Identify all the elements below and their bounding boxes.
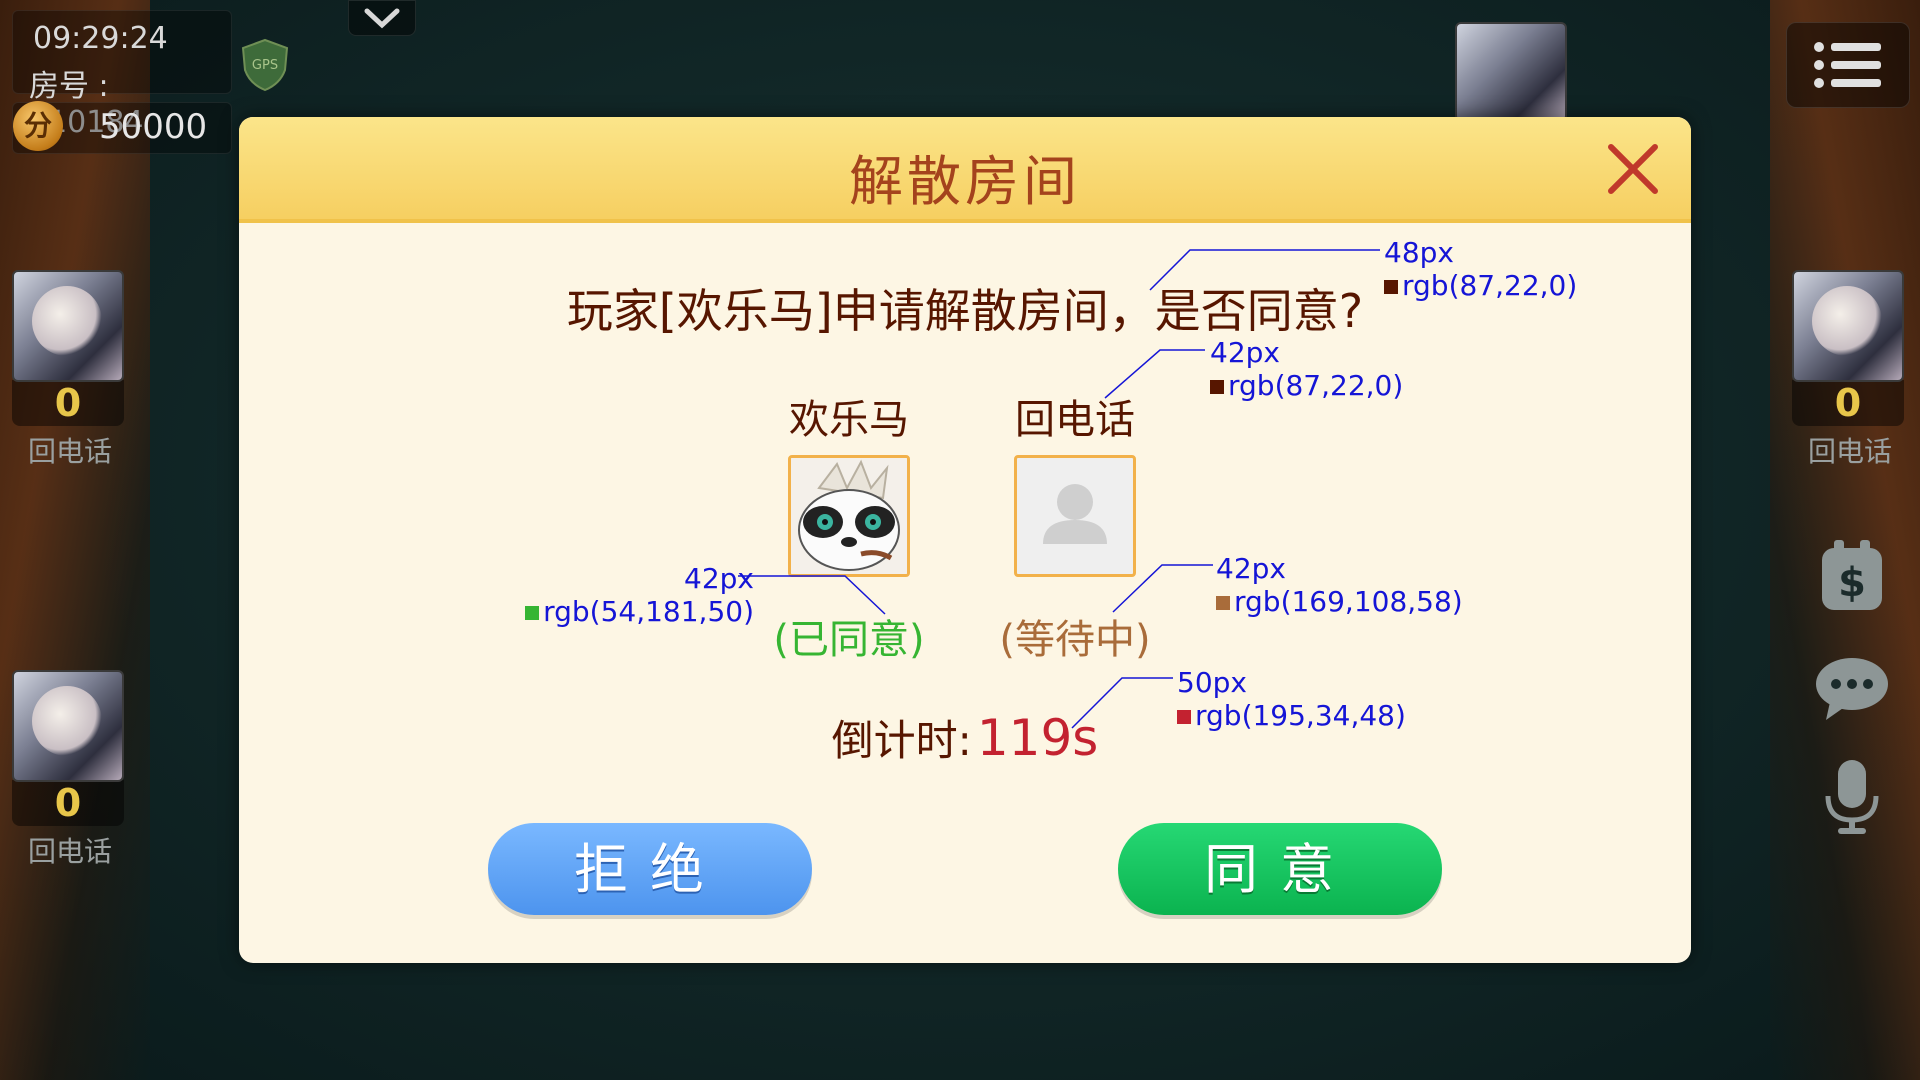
coin-icon: 分 <box>13 101 63 151</box>
person-placeholder-icon <box>1043 484 1107 544</box>
player-card-agreed: 欢乐马 (已同意) <box>749 387 949 665</box>
annotation-countdown: 50px rgb(195,34,48) <box>1177 666 1406 732</box>
player-name: 回电话 <box>1015 397 1135 443</box>
status-waiting: (等待中) <box>999 617 1151 663</box>
agree-button[interactable]: 同意 <box>1118 823 1442 915</box>
seat-score: 0 <box>54 781 82 825</box>
annotation-agreed: 42px rgb(54,181,50) <box>518 562 754 628</box>
svg-text:$: $ <box>1838 560 1866 606</box>
seat-player-name: 回电话 <box>27 835 112 868</box>
annotation-color: rgb(87,22,0) <box>1228 369 1404 402</box>
countdown: 倒计时: 119s <box>239 707 1691 768</box>
annotation-waiting: 42px rgb(169,108,58) <box>1216 552 1463 618</box>
countdown-label: 倒计时: <box>831 716 972 765</box>
chevron-down-icon <box>364 8 400 29</box>
seat-player-name: 回电话 <box>27 435 112 468</box>
annotation-color: rgb(87,22,0) <box>1402 269 1578 302</box>
gps-shield-icon[interactable]: GPS <box>240 38 290 92</box>
svg-text:GPS: GPS <box>252 58 278 73</box>
annotation-player-name: 42px rgb(87,22,0) <box>1210 336 1403 402</box>
annotation-question: 48px rgb(87,22,0) <box>1384 236 1577 302</box>
coin-balance: 50000 <box>99 107 208 147</box>
annotation-color: rgb(169,108,58) <box>1234 585 1463 618</box>
countdown-value: 119s <box>976 709 1099 767</box>
chat-bubble-icon[interactable] <box>1812 648 1892 728</box>
coin-panel: 分 50000 <box>12 101 232 154</box>
menu-button[interactable] <box>1786 22 1910 108</box>
close-icon[interactable] <box>1603 139 1663 199</box>
annotation-color: rgb(54,181,50) <box>543 595 754 628</box>
seat-score: 0 <box>1834 381 1862 425</box>
avatar <box>12 670 124 782</box>
default-avatar <box>1014 455 1136 577</box>
annotation-size: 50px <box>1177 666 1247 699</box>
reject-button[interactable]: 拒绝 <box>488 823 812 915</box>
annotation-color: rgb(195,34,48) <box>1195 699 1406 732</box>
seat-right[interactable]: 0 回电话 <box>1792 270 1908 470</box>
player-name: 欢乐马 <box>789 397 909 443</box>
avatar <box>1792 270 1904 382</box>
left-curtain <box>0 0 150 1080</box>
annotation-size: 48px <box>1384 236 1454 269</box>
microphone-icon[interactable] <box>1812 756 1892 836</box>
avatar <box>12 270 124 382</box>
dialog-header: 解散房间 <box>239 117 1691 223</box>
dialog-title: 解散房间 <box>849 150 1081 213</box>
clock-time: 09:29:24 <box>33 21 168 56</box>
player-card-waiting: 回电话 (等待中) <box>975 387 1175 665</box>
status-agreed: (已同意) <box>773 617 925 663</box>
annotation-size: 42px <box>1216 552 1286 585</box>
seat-score: 0 <box>54 381 82 425</box>
dropdown-button[interactable] <box>348 0 416 36</box>
top-player-avatar[interactable] <box>1455 22 1567 122</box>
annotation-size: 42px <box>684 562 754 595</box>
annotation-size: 42px <box>1210 336 1280 369</box>
seat-left-top[interactable]: 0 回电话 <box>12 270 128 470</box>
room-info-panel: 09:29:24 房号 : 810184 <box>12 10 232 140</box>
menu-list-icon <box>1814 42 1881 88</box>
panda-avatar <box>788 455 910 577</box>
dollar-bag-icon[interactable]: $ <box>1812 536 1892 616</box>
seat-left-bottom[interactable]: 0 回电话 <box>12 670 128 870</box>
seat-player-name: 回电话 <box>1807 435 1892 468</box>
